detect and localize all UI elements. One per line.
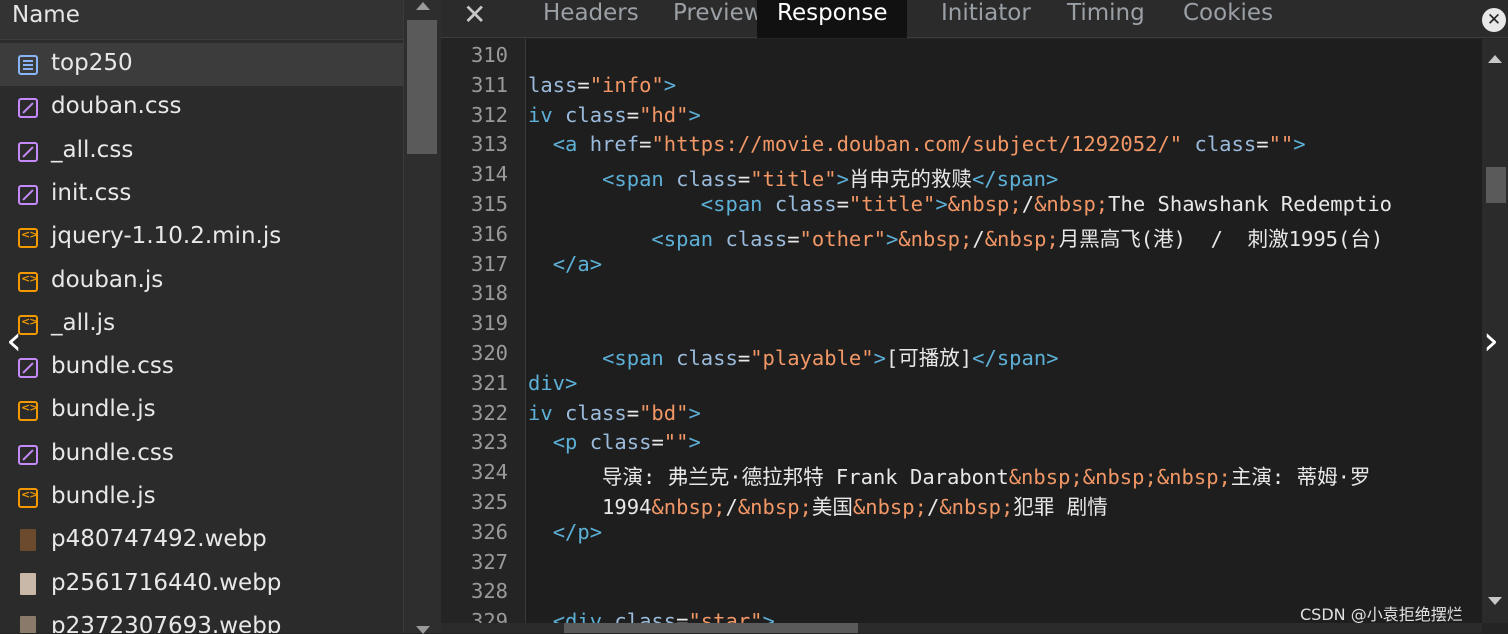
script-icon bbox=[18, 401, 38, 422]
response-source-view: 310 311 312 313 314 315 316 317 318 319 320 321 322 3… bbox=[441, 39, 1482, 623]
request-list-scroll-thumb[interactable] bbox=[407, 20, 437, 154]
request-row[interactable]: p2561716440.webp bbox=[0, 563, 403, 606]
tab-response[interactable]: Response bbox=[757, 0, 908, 38]
code-line: <span class="title">肖申克的救赎</span> bbox=[602, 167, 1059, 192]
image-thumbnail-icon bbox=[20, 615, 36, 633]
request-row-label: p480747492.webp bbox=[51, 526, 267, 553]
line-number: 313 bbox=[471, 132, 509, 157]
script-icon bbox=[18, 488, 38, 508]
details-tab-bar: ✕ Headers Preview Response Initiator Timing C… bbox=[441, 0, 1508, 38]
request-row-label: _all.css bbox=[51, 136, 134, 163]
stylesheet-icon bbox=[18, 444, 38, 465]
code-line: <div class="star"> bbox=[552, 609, 775, 623]
tab-headers[interactable]: Headers bbox=[523, 0, 659, 38]
line-number: 316 bbox=[471, 221, 509, 246]
request-row[interactable]: jquery-1.10.2.min.js bbox=[0, 216, 403, 259]
stylesheet-icon bbox=[18, 98, 38, 119]
previous-arrow-icon[interactable]: ‹ bbox=[6, 318, 22, 364]
code-line: <span class="other">&nbsp;/&nbsp;月黑高飞(港)… bbox=[651, 226, 1384, 251]
line-number: 314 bbox=[471, 162, 509, 187]
request-row-label: init.css bbox=[51, 179, 132, 206]
line-number: 323 bbox=[471, 430, 509, 455]
request-row[interactable]: douban.js bbox=[0, 260, 403, 303]
line-number: 312 bbox=[471, 102, 509, 127]
code-line: <a href="https://movie.douban.com/subjec… bbox=[552, 132, 1306, 157]
watermark: CSDN @小袁拒绝摆烂 bbox=[1300, 605, 1463, 624]
request-row[interactable]: _all.js bbox=[0, 303, 403, 346]
request-row-label: p2561716440.webp bbox=[51, 569, 282, 596]
line-number: 319 bbox=[471, 311, 509, 336]
image-thumbnail-icon bbox=[20, 572, 36, 595]
code-line: iv class="hd"> bbox=[528, 102, 701, 127]
code-line: iv class="bd"> bbox=[528, 400, 701, 425]
code-line: <span class="playable">[可播放]</span> bbox=[602, 346, 1059, 370]
line-number: 328 bbox=[471, 579, 509, 604]
line-number: 329 bbox=[471, 609, 509, 623]
close-details-icon[interactable]: ✕ bbox=[463, 0, 486, 31]
request-row-label: jquery-1.10.2.min.js bbox=[51, 223, 282, 250]
script-icon bbox=[18, 271, 38, 292]
code-line: 1994&nbsp;/&nbsp;美国&nbsp;/&nbsp;犯罪 剧情 bbox=[528, 495, 1108, 519]
request-row-label: bundle.js bbox=[51, 483, 156, 509]
code-line: <span class="title">&nbsp;/&nbsp;The Sha… bbox=[700, 192, 1393, 216]
response-scroll-thumb[interactable] bbox=[1486, 167, 1506, 203]
code-line: lass="info"> bbox=[528, 72, 677, 97]
line-number: 310 bbox=[471, 43, 509, 67]
scroll-up-arrow-icon[interactable] bbox=[1488, 55, 1502, 63]
tab-cookies[interactable]: Cookies bbox=[1163, 0, 1293, 38]
request-row-label: top250 bbox=[51, 50, 133, 76]
request-row[interactable]: bundle.css bbox=[0, 346, 403, 389]
request-row[interactable]: top250 bbox=[0, 43, 403, 86]
scroll-up-arrow-icon[interactable] bbox=[416, 2, 430, 10]
line-number: 324 bbox=[471, 460, 509, 485]
request-list-panel: Name top250 douban.css _all.css init.css jqu… bbox=[0, 0, 403, 633]
stylesheet-icon bbox=[18, 184, 38, 205]
stylesheet-icon bbox=[18, 141, 38, 162]
line-number: 322 bbox=[471, 400, 509, 425]
request-row[interactable]: douban.css bbox=[0, 86, 403, 129]
line-number: 325 bbox=[471, 490, 509, 514]
request-row-label: bundle.css bbox=[51, 353, 174, 380]
request-row[interactable]: bundle.js bbox=[0, 389, 403, 432]
line-number: 318 bbox=[471, 281, 509, 306]
line-number: 311 bbox=[471, 72, 509, 97]
code-line: </a> bbox=[552, 251, 603, 276]
line-number: 320 bbox=[471, 341, 509, 365]
script-icon bbox=[18, 228, 38, 249]
request-row[interactable]: bundle.js bbox=[0, 476, 403, 519]
line-number: 315 bbox=[471, 192, 509, 216]
next-arrow-icon[interactable]: › bbox=[1483, 318, 1499, 364]
code-line: <p class=""> bbox=[552, 430, 701, 455]
request-list-scrollbar[interactable] bbox=[403, 0, 441, 634]
request-row-label: p2372307693.webp bbox=[51, 612, 282, 633]
tab-timing[interactable]: Timing bbox=[1047, 0, 1165, 38]
request-row[interactable]: p2372307693.webp bbox=[0, 606, 403, 633]
request-row[interactable]: _all.css bbox=[0, 130, 403, 173]
request-row-label: bundle.js bbox=[51, 396, 156, 423]
line-number-gutter: 310 311 312 313 314 315 316 317 318 319 320 321 322 3… bbox=[441, 39, 526, 623]
close-circle-icon[interactable]: ✕ bbox=[1482, 8, 1506, 32]
name-column-header[interactable]: Name bbox=[0, 0, 403, 40]
scroll-down-arrow-icon[interactable] bbox=[1488, 597, 1502, 605]
horizontal-scroll-thumb[interactable] bbox=[564, 623, 858, 633]
request-row-label: bundle.css bbox=[51, 439, 174, 466]
request-row-label: _all.js bbox=[51, 309, 116, 336]
request-row[interactable]: bundle.css bbox=[0, 433, 403, 476]
tab-initiator[interactable]: Initiator bbox=[921, 0, 1051, 38]
name-column-label: Name bbox=[12, 2, 80, 28]
line-number: 326 bbox=[471, 519, 509, 544]
line-number: 317 bbox=[471, 251, 509, 276]
request-row-label: douban.css bbox=[51, 93, 182, 120]
code-line: </p> bbox=[552, 519, 603, 544]
request-row[interactable]: p480747492.webp bbox=[0, 519, 403, 562]
request-row-label: douban.js bbox=[51, 266, 164, 293]
line-number: 327 bbox=[471, 549, 509, 574]
code-line: 导演: 弗兰克·德拉邦特 Frank Darabont&nbsp;&nbsp;&… bbox=[528, 465, 1371, 490]
document-icon bbox=[18, 55, 38, 75]
line-number: 321 bbox=[471, 370, 509, 395]
image-thumbnail-icon bbox=[20, 529, 36, 552]
code-line: div> bbox=[528, 370, 578, 395]
request-row[interactable]: init.css bbox=[0, 173, 403, 216]
